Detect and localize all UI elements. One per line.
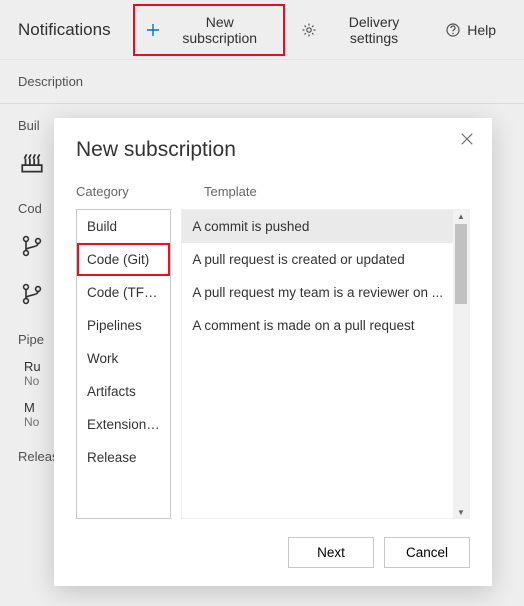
category-item[interactable]: Work [77,342,170,375]
close-icon [460,132,474,146]
columns: BuildCode (Git)Code (TFVC)PipelinesWorkA… [76,209,470,519]
category-item[interactable]: Extension ... [77,408,170,441]
new-subscription-dialog: New subscription Category Template Build… [54,118,492,586]
close-button[interactable] [460,132,476,148]
dialog-title: New subscription [76,138,470,162]
template-item[interactable]: A comment is made on a pull request [182,309,453,342]
category-item[interactable]: Code (Git) [77,243,170,276]
template-item[interactable]: A pull request my team is a reviewer on … [182,276,453,309]
template-list[interactable]: A commit is pushedA pull request is crea… [182,210,453,518]
category-item[interactable]: Release [77,441,170,474]
category-item[interactable]: Pipelines [77,309,170,342]
columns-header: Category Template [76,184,470,199]
scroll-thumb[interactable] [455,224,467,304]
category-list[interactable]: BuildCode (Git)Code (TFVC)PipelinesWorkA… [76,209,171,519]
template-scrollbar[interactable]: ▲ ▼ [453,210,469,518]
category-header: Category [76,184,184,199]
category-item[interactable]: Artifacts [77,375,170,408]
template-item[interactable]: A pull request is created or updated [182,243,453,276]
scroll-down-icon[interactable]: ▼ [453,506,469,518]
scroll-up-icon[interactable]: ▲ [453,210,469,222]
next-button[interactable]: Next [288,537,374,568]
template-wrap: A commit is pushedA pull request is crea… [181,209,470,519]
category-item[interactable]: Build [77,210,170,243]
cancel-button[interactable]: Cancel [384,537,470,568]
template-item[interactable]: A commit is pushed [182,210,453,243]
category-item[interactable]: Code (TFVC) [77,276,170,309]
template-header: Template [204,184,470,199]
dialog-footer: Next Cancel [76,519,470,568]
